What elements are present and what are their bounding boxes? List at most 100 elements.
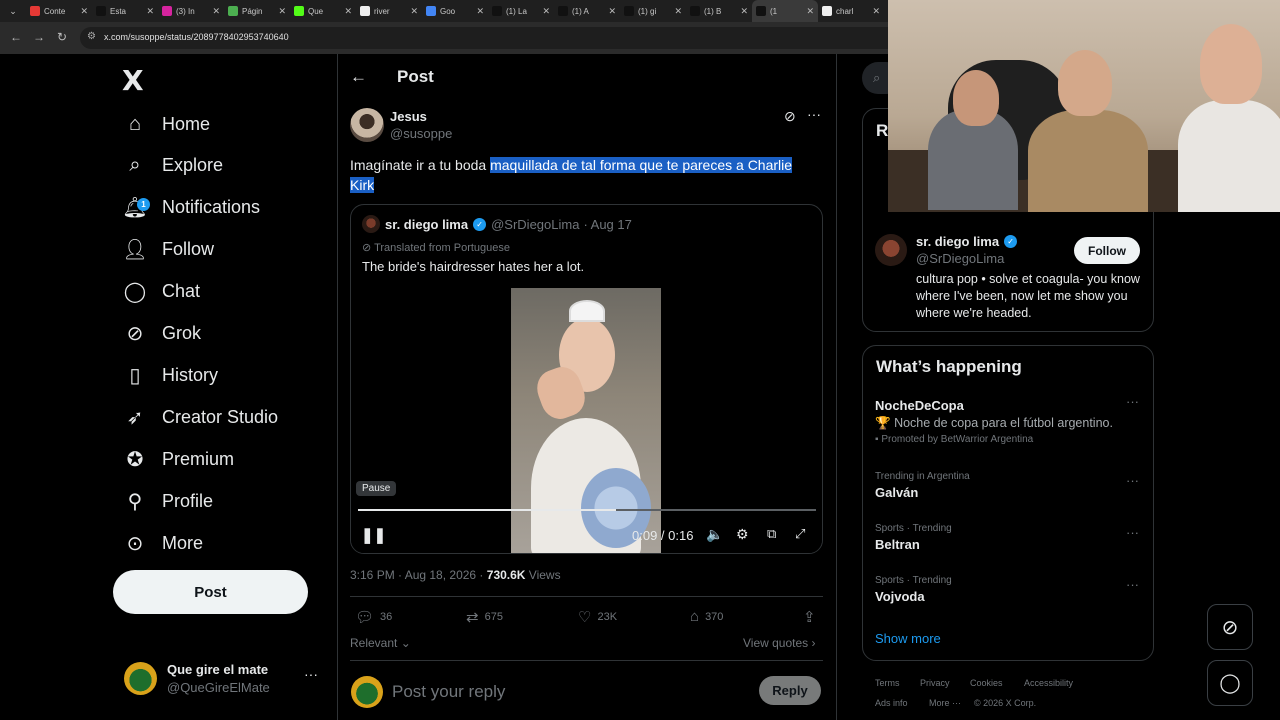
footer-link[interactable]: Ads info: [875, 698, 908, 708]
close-icon[interactable]: ✕: [80, 6, 88, 17]
trend-item[interactable]: Trending in Argentina Galván ···: [875, 471, 1145, 500]
view-quotes-link[interactable]: View quotes ›: [743, 636, 816, 650]
chat-fab[interactable]: ◯: [1207, 660, 1253, 706]
reload-icon[interactable]: ↻: [57, 30, 67, 44]
footer-link[interactable]: Privacy: [920, 678, 950, 688]
close-icon[interactable]: ✕: [278, 6, 286, 17]
tab-favicon-icon: [228, 6, 238, 16]
sidebar-item-explore[interactable]: ⌕ Explore: [122, 145, 223, 187]
browser-tab[interactable]: (1) B ✕: [686, 0, 752, 22]
browser-tab[interactable]: Que ✕: [290, 0, 356, 22]
browser-tab[interactable]: (3) In ✕: [158, 0, 224, 22]
more-dots-icon[interactable]: ···: [1126, 394, 1139, 409]
settings-icon[interactable]: ⚙: [736, 526, 749, 543]
author-handle[interactable]: @susoppe: [390, 126, 452, 141]
video-frame: [511, 288, 661, 553]
sidebar-item-more[interactable]: ⊙ More: [122, 522, 203, 564]
divider: [350, 596, 823, 597]
sidebar-item-premium[interactable]: ✪ Premium: [122, 438, 234, 480]
close-icon[interactable]: ✕: [476, 6, 484, 17]
bookmark-action[interactable]: ⌂ 370: [690, 608, 723, 625]
reply-button[interactable]: Reply: [759, 676, 821, 705]
footer-link[interactable]: More ···: [929, 698, 961, 708]
close-icon[interactable]: ✕: [674, 6, 682, 17]
site-settings-icon[interactable]: ⚙: [87, 31, 96, 42]
browser-tab[interactable]: Conte ✕: [26, 0, 92, 22]
tab-search-button[interactable]: ⌄: [0, 0, 26, 22]
show-more-link[interactable]: Show more: [875, 631, 941, 646]
url-field[interactable]: ⚙ x.com/susoppe/status/20897784029537406…: [80, 27, 920, 49]
trend-item[interactable]: Sports · Trending Beltran ···: [875, 523, 1145, 552]
reply-action[interactable]: 💬︎ 36: [355, 608, 392, 626]
close-icon[interactable]: ✕: [872, 6, 880, 17]
browser-tab[interactable]: Goo ✕: [422, 0, 488, 22]
close-icon[interactable]: ✕: [740, 6, 748, 17]
close-icon[interactable]: ✕: [410, 6, 418, 17]
sidebar-item-home[interactable]: ⌂ Home: [122, 103, 210, 145]
grok-fab[interactable]: ⊘: [1207, 604, 1253, 650]
promoted-trend[interactable]: NocheDeCopa 🏆 Noche de copa para el fútb…: [875, 394, 1145, 445]
chevron-down-icon: ⌄: [400, 636, 411, 650]
more-dots-icon[interactable]: ···: [1126, 525, 1139, 540]
forward-icon[interactable]: →: [33, 30, 45, 44]
trend-item[interactable]: Sports · Trending Vojvoda ···: [875, 575, 1145, 604]
footer-link[interactable]: Cookies: [970, 678, 1003, 688]
browser-tab[interactable]: charl ✕: [818, 0, 884, 22]
sidebar-item-profile[interactable]: ⚲ Profile: [122, 480, 213, 522]
close-icon[interactable]: ✕: [608, 6, 616, 17]
browser-tab[interactable]: (1) gi ✕: [620, 0, 686, 22]
footer-link[interactable]: Accessibility: [1024, 678, 1073, 688]
sidebar-item-creator-studio[interactable]: ➶ Creator Studio: [122, 396, 278, 438]
browser-tab[interactable]: (1) A ✕: [554, 0, 620, 22]
rocket-icon: ➶: [126, 406, 144, 429]
browser-tab[interactable]: (1 ✕: [752, 0, 818, 22]
close-icon[interactable]: ✕: [542, 6, 550, 17]
close-icon[interactable]: ✕: [146, 6, 154, 17]
repost-action[interactable]: ⇄ 675: [466, 608, 503, 626]
author-avatar[interactable]: [350, 108, 384, 142]
author-name[interactable]: Jesus: [390, 109, 427, 124]
verified-badge-icon: ✓: [1004, 235, 1018, 248]
x-logo-icon[interactable]: X: [122, 64, 144, 97]
browser-tab[interactable]: (1) La ✕: [488, 0, 554, 22]
more-dots-icon[interactable]: ···: [1126, 577, 1139, 592]
browser-tab[interactable]: Págin ✕: [224, 0, 290, 22]
like-action[interactable]: ♡ 23K: [578, 608, 617, 626]
reply-input[interactable]: Post your reply: [392, 682, 505, 702]
browser-tab[interactable]: river ✕: [356, 0, 422, 22]
more-dots-icon[interactable]: ···: [1126, 473, 1139, 488]
more-options-icon[interactable]: ···: [807, 106, 821, 122]
sidebar-item-grok[interactable]: ⊘ Grok: [122, 313, 201, 355]
back-icon[interactable]: ←: [10, 30, 22, 44]
tab-title: (1) A: [572, 6, 589, 16]
quoted-post[interactable]: sr. diego lima ✓ @SrDiegoLima · Aug 17 ⊘…: [350, 204, 823, 554]
close-icon[interactable]: ✕: [806, 6, 814, 17]
tab-strip: Conte ✕ Esta ✕ (3) In ✕ Págin ✕ Que ✕ river ✕ Goo ✕ (1…: [26, 0, 884, 22]
profile-name-row[interactable]: sr. diego lima ✓: [916, 234, 1018, 249]
volume-icon[interactable]: 🔈: [706, 526, 723, 543]
profile-handle[interactable]: @SrDiegoLima: [916, 251, 1004, 266]
sidebar-item-chat[interactable]: ◯ Chat: [122, 271, 200, 313]
promo-promoted-row: ▪ Promoted by BetWarrior Argentina: [875, 434, 1145, 445]
video-progress-bar[interactable]: [358, 509, 816, 511]
video-player[interactable]: Pause ❚❚ 0:09 / 0:16 🔈 ⚙ ⧉ ⤢: [351, 288, 822, 553]
close-icon[interactable]: ✕: [344, 6, 352, 17]
browser-tab[interactable]: Esta ✕: [92, 0, 158, 22]
sidebar-item-notifications[interactable]: 🔔︎ 1 Notifications: [122, 187, 260, 229]
footer-link[interactable]: Terms: [875, 678, 900, 688]
pip-icon[interactable]: ⧉: [767, 526, 776, 542]
account-switcher[interactable]: Que gire el mate @QueGireElMate ···: [122, 656, 322, 702]
sidebar-item-history[interactable]: ▯ History: [122, 354, 218, 396]
sort-dropdown[interactable]: Relevant ⌄: [350, 636, 411, 650]
post-button[interactable]: Post: [113, 570, 308, 614]
pause-icon[interactable]: ❚❚: [361, 526, 386, 544]
close-icon[interactable]: ✕: [212, 6, 220, 17]
sidebar-item-follow[interactable]: 👤︎ Follow: [122, 229, 214, 271]
share-action[interactable]: ⇪: [803, 608, 822, 626]
sidebar-item-label: Chat: [162, 281, 201, 302]
grok-icon[interactable]: ⊘: [784, 108, 796, 125]
profile-avatar[interactable]: [875, 234, 907, 266]
fullscreen-icon[interactable]: ⤢: [795, 526, 805, 542]
back-arrow-icon[interactable]: ←: [350, 67, 367, 87]
follow-button[interactable]: Follow: [1074, 237, 1140, 264]
